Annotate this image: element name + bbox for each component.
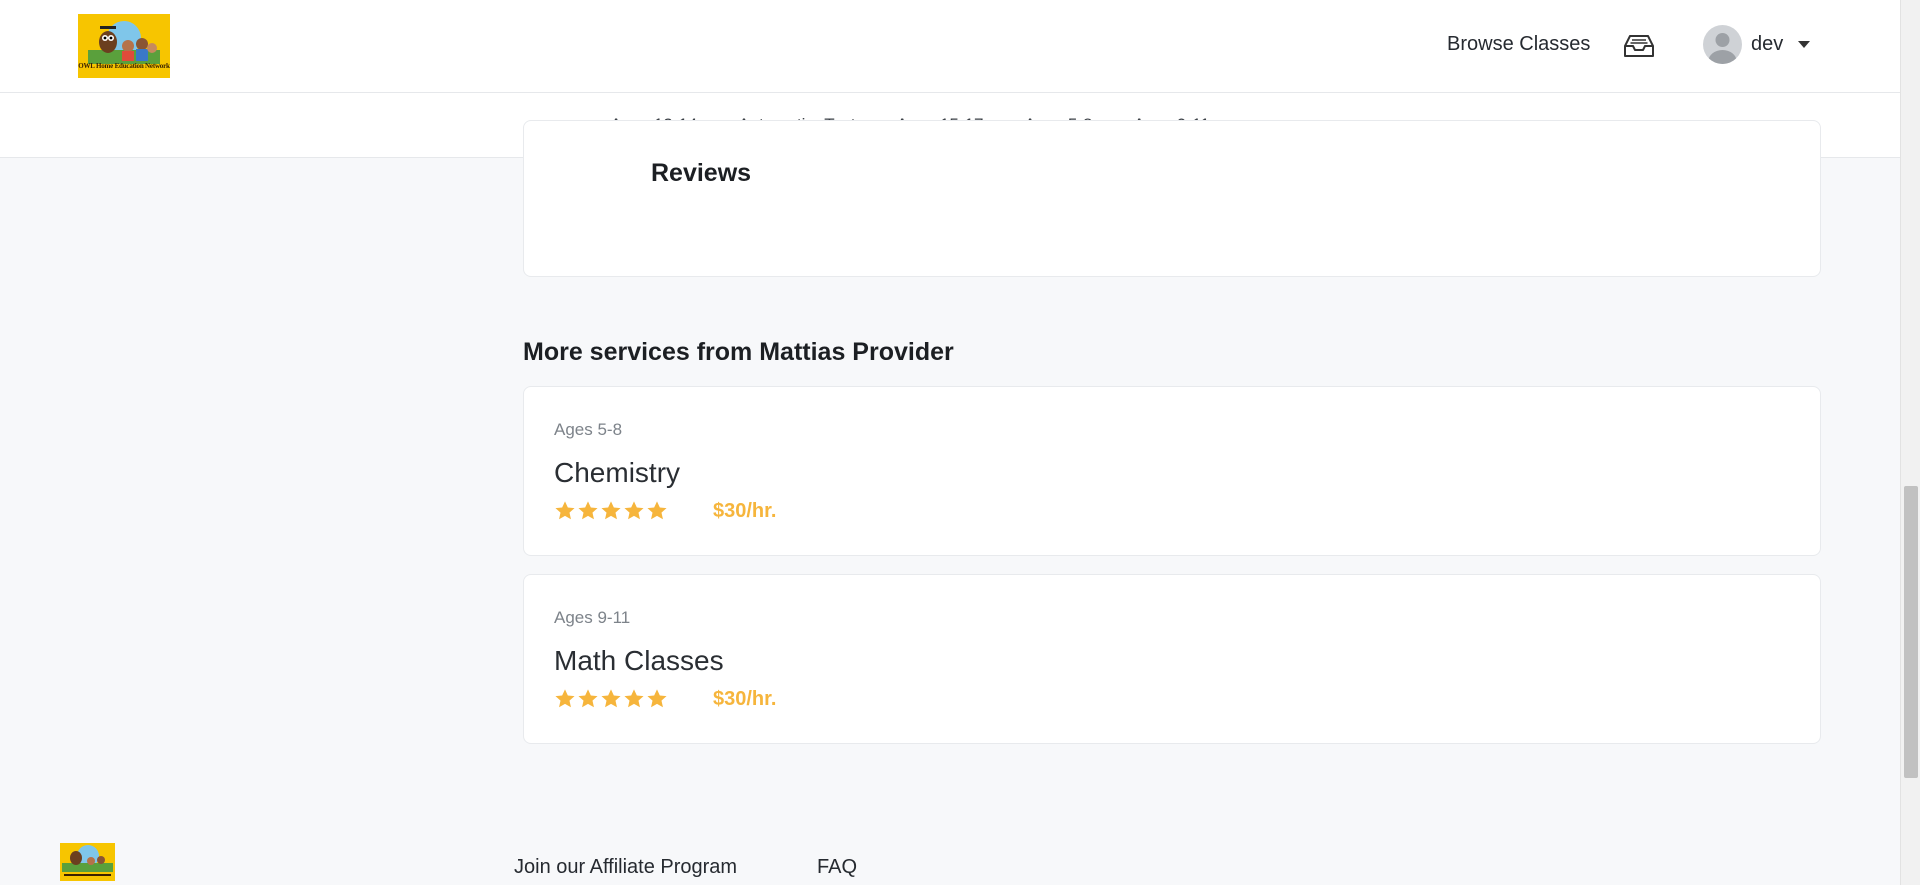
star-icon: [578, 689, 598, 708]
affiliate-program-link[interactable]: Join our Affiliate Program: [514, 856, 737, 879]
reviews-card: Reviews: [523, 120, 1821, 277]
service-price: $30/hr.: [713, 688, 777, 710]
star-icon: [555, 689, 575, 708]
logo-text: OWL Home Education Network: [78, 62, 170, 70]
scrollbar-thumb[interactable]: [1904, 486, 1918, 778]
service-name[interactable]: Chemistry: [554, 457, 680, 489]
star-icon: [601, 501, 621, 520]
caret-down-icon[interactable]: [1798, 41, 1810, 48]
site-logo[interactable]: OWL Home Education Network: [78, 14, 170, 78]
footer-logo-illustration-icon: [62, 845, 113, 876]
star-icon: [578, 501, 598, 520]
star-icon: [647, 689, 667, 708]
star-icon: [647, 501, 667, 520]
star-rating: [554, 688, 668, 710]
scrollbar[interactable]: [1900, 0, 1920, 885]
user-avatar-icon[interactable]: [1703, 25, 1742, 64]
service-age: Ages 9-11: [554, 608, 631, 627]
reviews-title: Reviews: [651, 159, 752, 187]
star-icon: [624, 501, 644, 520]
star-icon: [601, 689, 621, 708]
user-name[interactable]: dev: [1751, 33, 1783, 56]
service-card[interactable]: Ages 5-8 Chemistry $30/hr.: [523, 386, 1821, 556]
service-card[interactable]: Ages 9-11 Math Classes $30/hr.: [523, 574, 1821, 744]
star-rating: [554, 500, 668, 522]
service-age: Ages 5-8: [554, 420, 623, 439]
inbox-icon[interactable]: [1624, 34, 1654, 58]
faq-link[interactable]: FAQ: [817, 856, 857, 879]
service-price: $30/hr.: [713, 500, 777, 522]
star-icon: [555, 501, 575, 520]
star-icon: [624, 689, 644, 708]
logo-illustration-icon: [88, 21, 160, 64]
footer-logo[interactable]: [60, 843, 115, 881]
more-services-title: More services from Mattias Provider: [523, 338, 954, 366]
service-name[interactable]: Math Classes: [554, 645, 724, 677]
browse-classes-link[interactable]: Browse Classes: [1447, 33, 1590, 56]
top-header: OWL Home Education Network Browse Classe…: [0, 0, 1900, 93]
